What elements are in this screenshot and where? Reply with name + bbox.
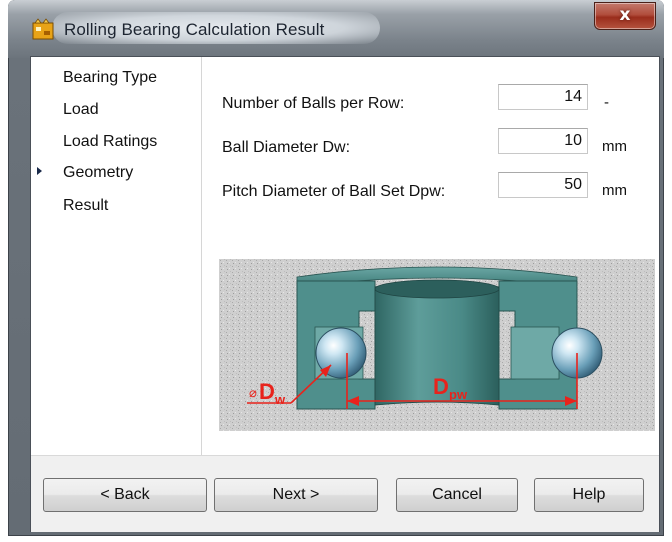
pitch-diameter-label: Pitch Diameter of Ball Set Dpw: [222,183,446,200]
geometry-panel: Number of Balls per Row: - Ball Diameter… [202,57,659,455]
button-bar: < Back Next > Cancel Help [31,455,659,532]
app-logo-icon [32,18,54,40]
cancel-button[interactable]: Cancel [396,478,518,512]
dpw-label-subscript: pw [449,387,468,402]
back-button[interactable]: < Back [43,478,207,512]
balls-per-row-label: Number of Balls per Row: [222,95,405,112]
screenshot-frame: Rolling Bearing Calculation Result x Bea… [0,0,672,542]
window-title: Rolling Bearing Calculation Result [64,20,325,39]
pitch-diameter-unit: mm [602,182,627,199]
ball-diameter-unit: mm [602,138,627,155]
current-step-arrow-icon [37,167,42,175]
dw-label-subscript: w [274,392,286,407]
nav-item-bearing-type[interactable]: Bearing Type [63,69,157,87]
pitch-diameter-input[interactable] [498,172,588,198]
ball-diameter-label: Ball Diameter Dw: [222,139,351,156]
close-icon: x [619,5,631,25]
nav-item-load-ratings[interactable]: Load Ratings [63,133,157,151]
balls-per-row-input[interactable] [498,84,588,110]
dw-label: D [259,379,275,404]
help-button[interactable]: Help [534,478,644,512]
next-button[interactable]: Next > [214,478,378,512]
dpw-label: D [433,374,449,399]
dialog-client-area: Bearing Type Load Load Ratings Geometry … [30,56,660,532]
nav-item-geometry[interactable]: Geometry [63,164,133,182]
step-navigation: Bearing Type Load Load Ratings Geometry … [31,57,202,455]
close-button[interactable]: x [594,2,656,30]
bearing-geometry-diagram: ⌀ D w D pw [219,259,655,431]
ball-diameter-input[interactable] [498,128,588,154]
balls-per-row-unit: - [604,94,609,111]
dialog-window: Rolling Bearing Calculation Result x Bea… [8,0,664,536]
nav-item-load[interactable]: Load [63,101,99,119]
dw-label-prefix: ⌀ [249,385,257,400]
nav-item-result[interactable]: Result [63,197,108,215]
inner-ring-bore [374,279,500,299]
title-bar[interactable]: Rolling Bearing Calculation Result x [8,0,664,58]
